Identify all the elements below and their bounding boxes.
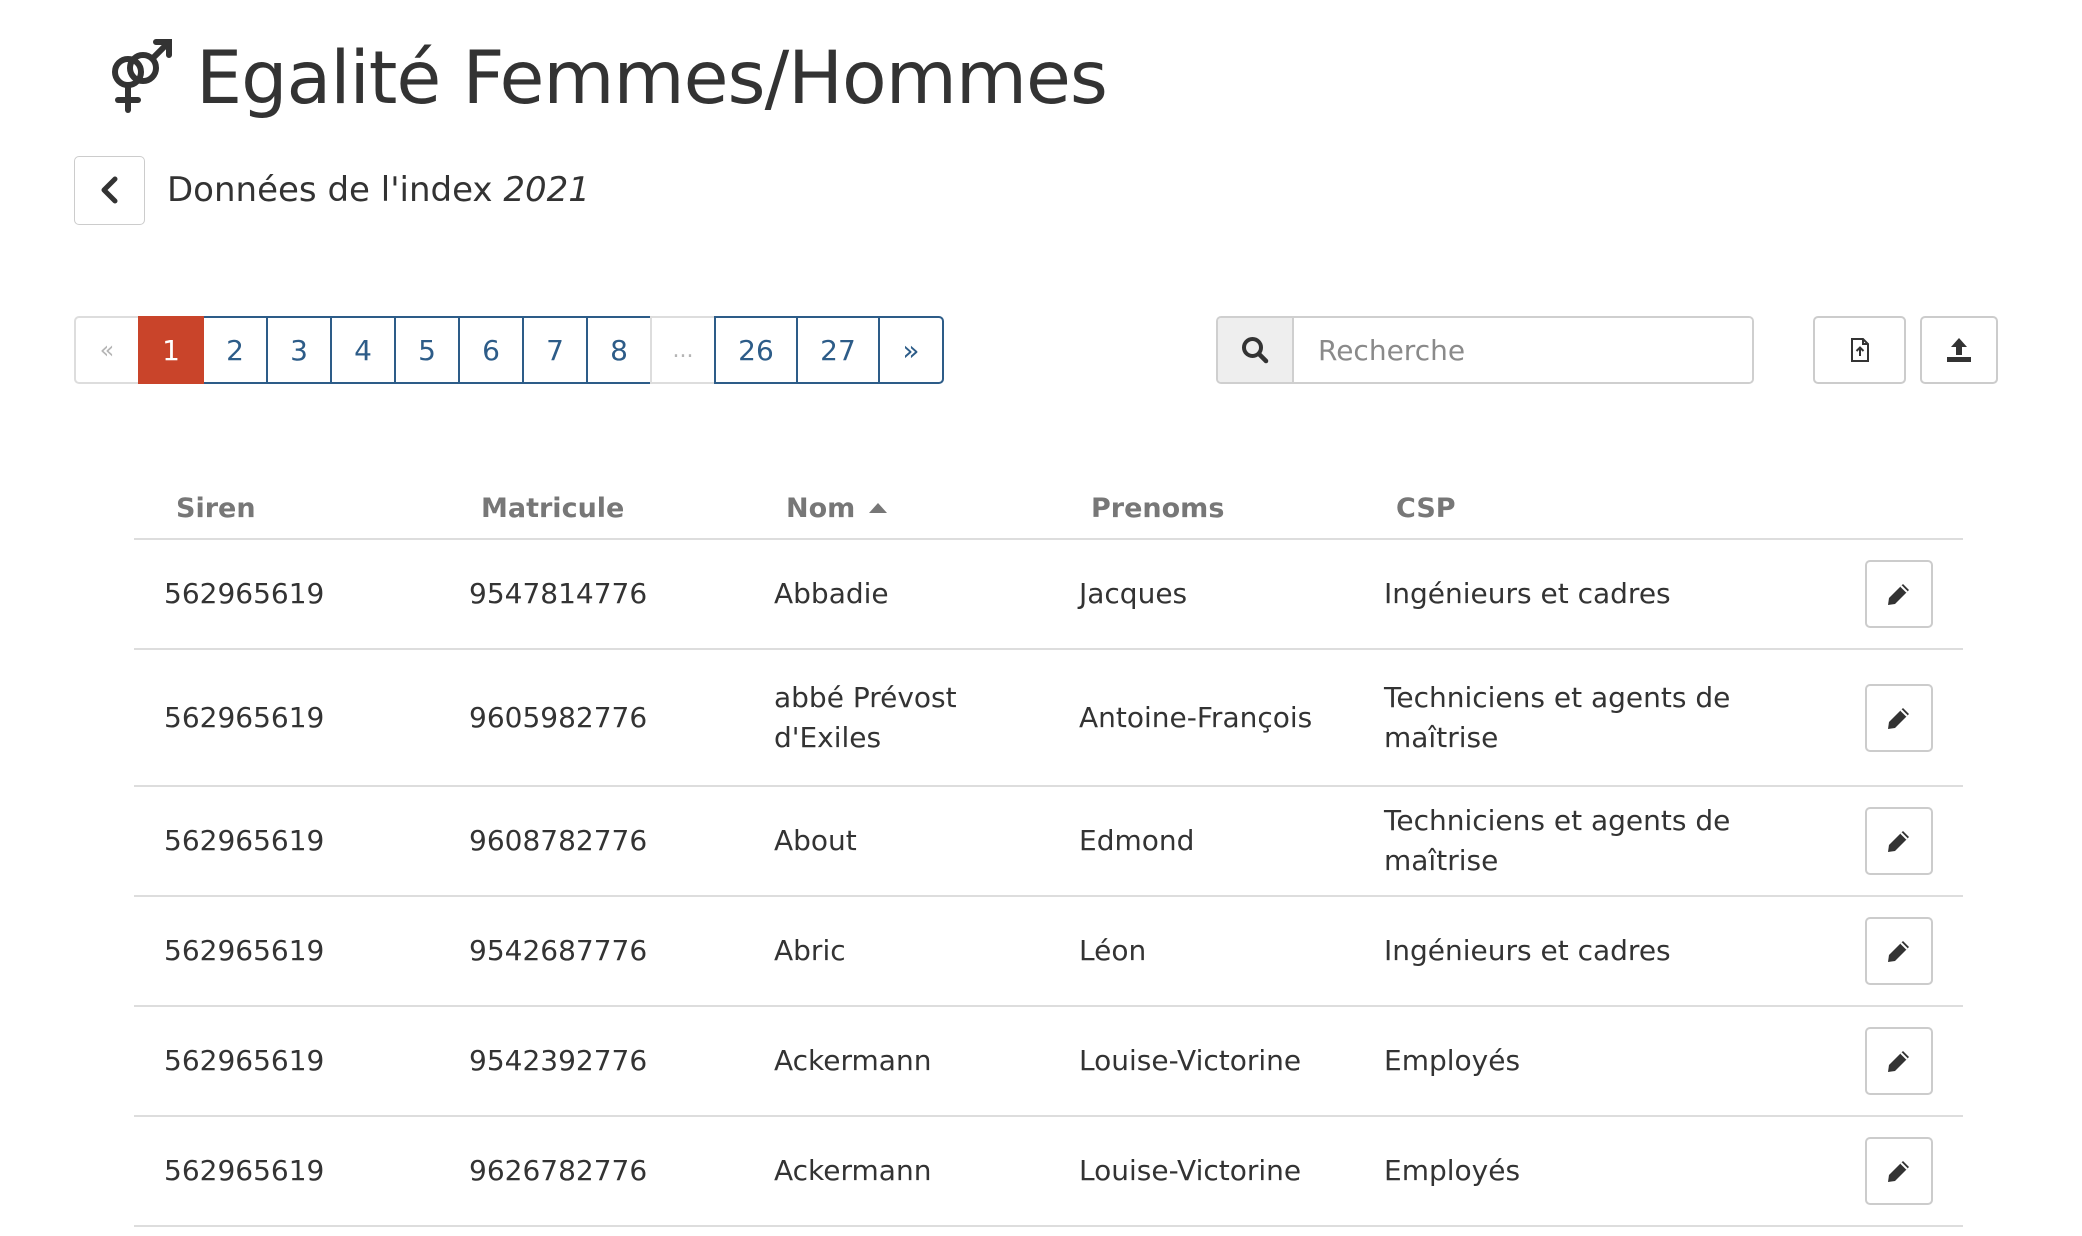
column-nom-label: Nom (786, 492, 856, 524)
pagination-page-7[interactable]: 7 (522, 316, 588, 384)
cell-siren: 562965619 (164, 1044, 325, 1077)
search-icon (1242, 337, 1269, 364)
chevron-left-icon (101, 176, 117, 204)
cell-siren: 562965619 (164, 1154, 325, 1187)
pencil-icon (1888, 831, 1909, 852)
file-export-icon (1850, 338, 1869, 362)
pagination-page-8[interactable]: 8 (586, 316, 652, 384)
back-button[interactable] (74, 155, 145, 225)
table-row: 562965619 9605982776 abbé Prévost d'Exil… (134, 650, 1963, 787)
edit-button[interactable] (1865, 917, 1933, 985)
cell-matricule: 9626782776 (469, 1154, 648, 1187)
pencil-icon (1888, 1161, 1909, 1182)
cell-csp: Techniciens et agents de maîtrise (1384, 804, 1731, 877)
table-header: Siren Matricule Nom Prenoms CSP (134, 478, 1963, 540)
column-csp[interactable]: CSP (1354, 493, 1834, 524)
sort-asc-icon (869, 503, 888, 513)
cell-siren: 562965619 (164, 934, 325, 967)
cell-actions (1834, 683, 1963, 752)
pagination-page-2[interactable]: 2 (202, 316, 268, 384)
edit-button[interactable] (1865, 1027, 1933, 1095)
cell-actions (1834, 1137, 1963, 1205)
upload-button[interactable] (1920, 316, 1998, 384)
table-row: 562965619 9547814776 Abbadie Jacques Ing… (134, 540, 1963, 650)
table-row: 562965619 9542687776 Abric Léon Ingénieu… (134, 897, 1963, 1007)
cell-csp: Ingénieurs et cadres (1384, 934, 1671, 967)
pagination: « 1 2 3 4 5 6 7 8 ... 26 27 » (74, 316, 944, 384)
search-input[interactable] (1294, 318, 1752, 382)
table-row: 562965619 9542392776 Ackermann Louise-Vi… (134, 1007, 1963, 1117)
cell-prenoms: Antoine-François (1079, 700, 1313, 734)
edit-button[interactable] (1865, 683, 1933, 752)
search-addon[interactable] (1218, 318, 1294, 382)
cell-csp: Ingénieurs et cadres (1384, 577, 1671, 610)
pagination-page-5[interactable]: 5 (394, 316, 460, 384)
column-siren[interactable]: Siren (134, 493, 439, 524)
pencil-icon (1888, 707, 1909, 729)
cell-siren: 562965619 (164, 700, 325, 734)
cell-nom: Ackermann (774, 1154, 932, 1187)
pencil-icon (1888, 941, 1909, 962)
subheader: Données de l'index 2021 (74, 155, 590, 225)
index-label-text: Données de l'index (167, 170, 493, 210)
pagination-page-6[interactable]: 6 (458, 316, 524, 384)
cell-prenoms: Léon (1079, 934, 1147, 967)
edit-button[interactable] (1865, 807, 1933, 875)
pagination-next[interactable]: » (878, 316, 944, 384)
cell-actions (1834, 1027, 1963, 1095)
cell-prenoms: Louise-Victorine (1079, 1154, 1302, 1187)
export-button[interactable] (1813, 316, 1906, 384)
pagination-ellipsis: ... (650, 316, 716, 384)
cell-siren: 562965619 (164, 824, 325, 857)
page-title: Egalité Femmes/Hommes (196, 35, 1108, 121)
cell-csp: Employés (1384, 1154, 1521, 1187)
cell-siren: 562965619 (164, 577, 325, 610)
cell-prenoms: Louise-Victorine (1079, 1044, 1302, 1077)
pagination-page-26[interactable]: 26 (714, 316, 798, 384)
pagination-page-3[interactable]: 3 (266, 316, 332, 384)
edit-button[interactable] (1865, 560, 1933, 628)
pencil-icon (1888, 1051, 1909, 1072)
cell-prenoms: Edmond (1079, 824, 1195, 857)
cell-matricule: 9608782776 (469, 824, 648, 857)
cell-actions (1834, 917, 1963, 985)
pagination-page-27[interactable]: 27 (796, 316, 880, 384)
gender-icon (112, 39, 172, 113)
cell-actions (1834, 560, 1963, 628)
page-header: Egalité Femmes/Hommes (104, 28, 1108, 128)
cell-matricule: 9605982776 (469, 700, 648, 734)
cell-nom: About (774, 824, 857, 857)
pagination-first[interactable]: « (74, 316, 140, 384)
pencil-icon (1888, 584, 1909, 605)
table-row: 562965619 9626782776 Ackermann Louise-Vi… (134, 1117, 1963, 1227)
pagination-page-1[interactable]: 1 (138, 316, 204, 384)
index-label: Données de l'index 2021 (167, 170, 590, 210)
employee-table: Siren Matricule Nom Prenoms CSP 56296561… (134, 478, 1963, 1227)
cell-csp: Employés (1384, 1044, 1521, 1077)
cell-matricule: 9542687776 (469, 934, 648, 967)
edit-button[interactable] (1865, 1137, 1933, 1205)
column-matricule[interactable]: Matricule (439, 493, 744, 524)
cell-prenoms: Jacques (1079, 577, 1188, 610)
cell-nom: Abbadie (774, 577, 889, 610)
cell-matricule: 9547814776 (469, 577, 648, 610)
search-box (1216, 316, 1754, 384)
cell-matricule: 9542392776 (469, 1044, 648, 1077)
upload-icon (1947, 338, 1971, 362)
cell-nom: Ackermann (774, 1044, 932, 1077)
cell-nom: Abric (774, 934, 846, 967)
pagination-page-4[interactable]: 4 (330, 316, 396, 384)
cell-nom: abbé Prévost d'Exiles (774, 680, 957, 754)
column-prenoms[interactable]: Prenoms (1049, 493, 1354, 524)
table-row: 562965619 9608782776 About Edmond Techni… (134, 787, 1963, 897)
index-year: 2021 (503, 170, 590, 210)
cell-actions (1834, 807, 1963, 875)
column-nom[interactable]: Nom (744, 493, 1049, 524)
cell-csp: Techniciens et agents de maîtrise (1384, 680, 1731, 754)
